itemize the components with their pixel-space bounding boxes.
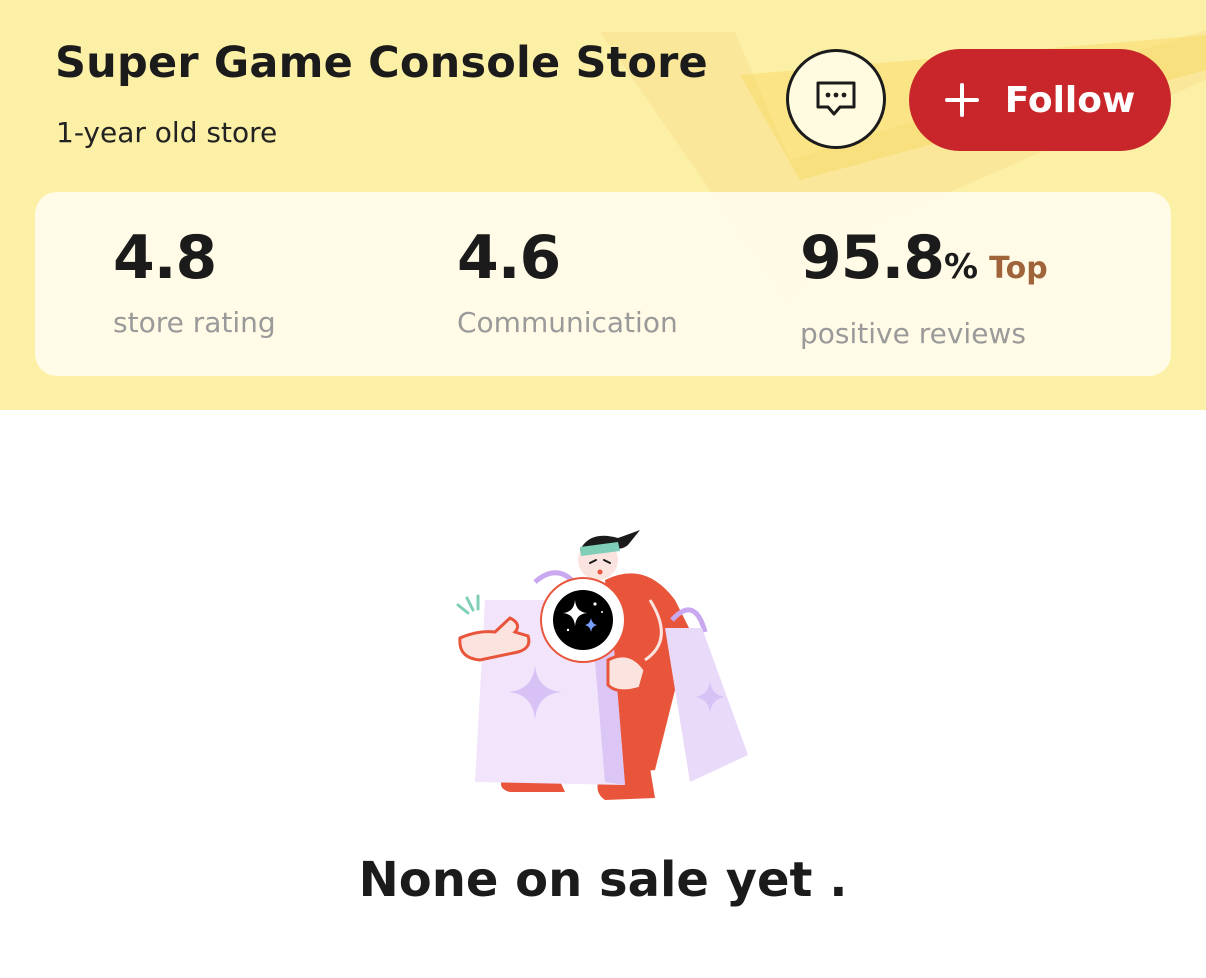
empty-state-message: None on sale yet . bbox=[358, 852, 848, 908]
top-badge: Top bbox=[989, 251, 1048, 286]
store-name: Super Game Console Store bbox=[55, 38, 708, 88]
store-header: Super Game Console Store 1-year old stor… bbox=[0, 0, 1206, 410]
stat-value: 95.8% Top bbox=[800, 223, 1048, 293]
stat-label: Communication bbox=[457, 306, 678, 339]
empty-state-illustration bbox=[456, 530, 748, 800]
stat-unit: % bbox=[944, 247, 978, 287]
stat-positive-reviews: 95.8% Top positive reviews bbox=[800, 222, 1048, 350]
store-stats-card: 4.8 store rating 4.6 Communication 95.8%… bbox=[35, 192, 1171, 376]
store-age: 1-year old store bbox=[56, 116, 278, 149]
stat-label: store rating bbox=[113, 306, 276, 339]
stat-value: 4.6 bbox=[457, 223, 561, 293]
chat-bubble-icon bbox=[816, 81, 856, 116]
stat-label: positive reviews bbox=[800, 317, 1026, 350]
follow-label: Follow bbox=[1004, 79, 1136, 121]
follow-button[interactable]: Follow bbox=[909, 49, 1171, 151]
stat-store-rating: 4.8 store rating bbox=[113, 222, 276, 339]
stat-communication: 4.6 Communication bbox=[457, 222, 678, 339]
chat-button[interactable] bbox=[786, 49, 886, 149]
plus-icon bbox=[944, 83, 979, 117]
stat-value: 4.8 bbox=[113, 223, 217, 293]
